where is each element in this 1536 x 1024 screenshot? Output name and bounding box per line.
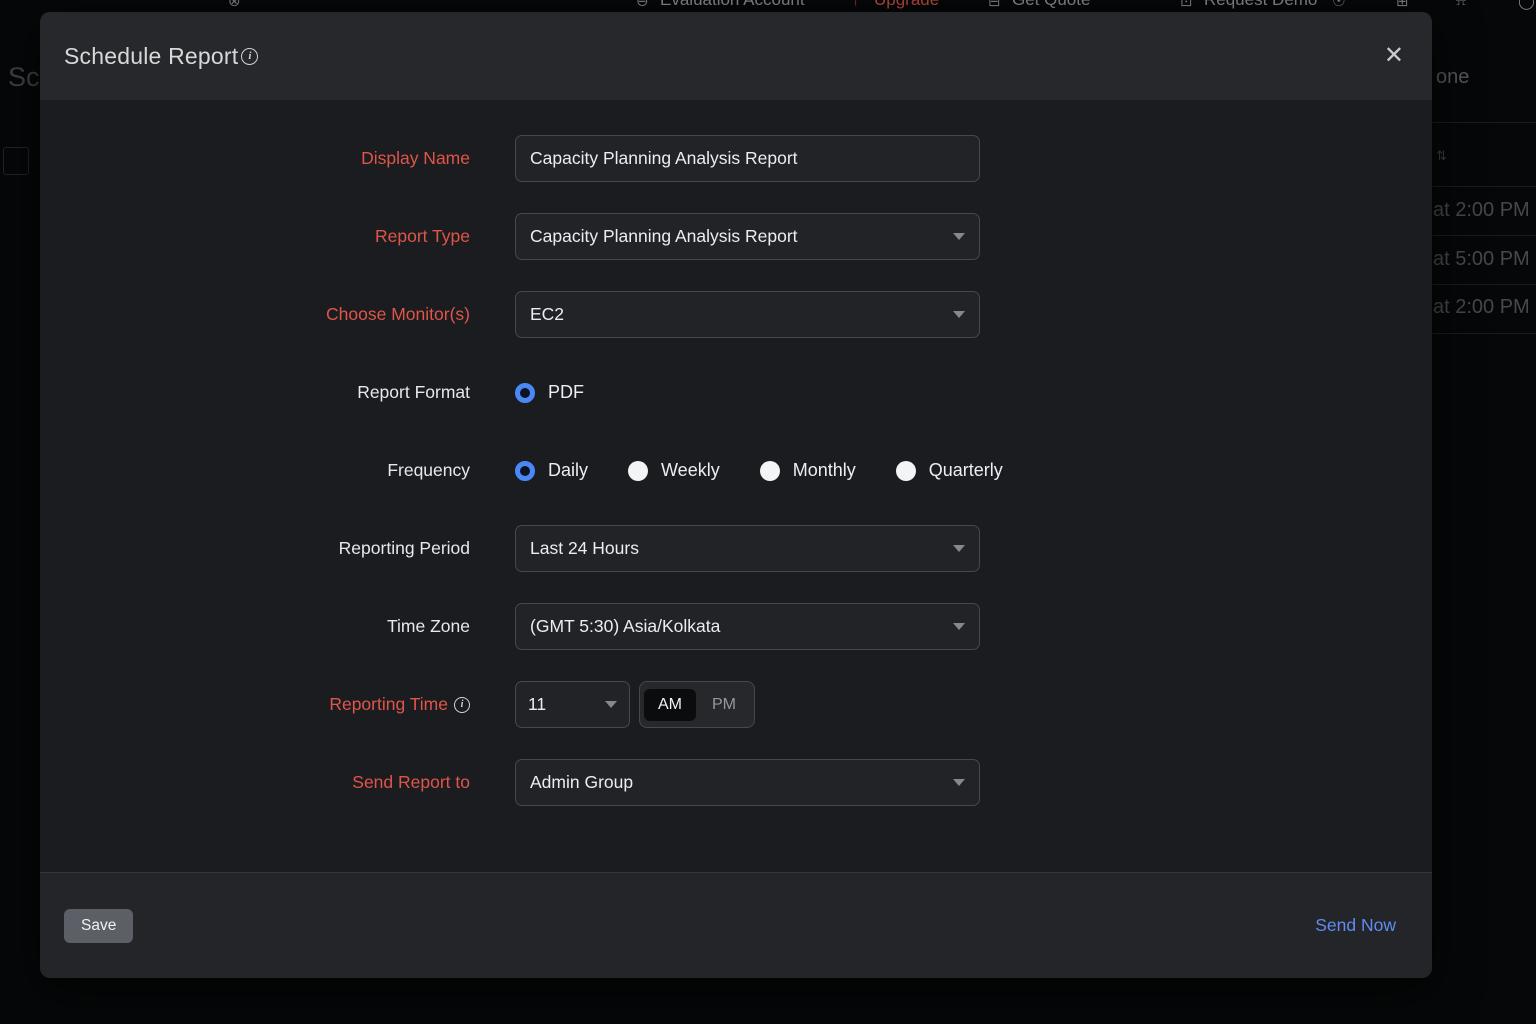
help-icon[interactable]: ◯ xyxy=(1518,0,1535,10)
background-table-divider xyxy=(1432,122,1536,123)
send-report-to-row: Send Report to Admin Group xyxy=(40,759,1432,806)
radio-selected-icon xyxy=(515,383,535,403)
background-column-header-fragment: one xyxy=(1436,66,1469,89)
background-table-cell: at 2:00 PM xyxy=(1433,296,1530,319)
frequency-label: Frequency xyxy=(40,460,470,481)
chevron-down-icon xyxy=(953,311,965,318)
choose-monitors-value: EC2 xyxy=(530,304,564,325)
reporting-time-row: Reporting Time i 11 AM PM xyxy=(40,681,1432,728)
topbar-upgrade[interactable]: Upgrade xyxy=(874,0,939,10)
radio-daily-label: Daily xyxy=(548,460,588,481)
display-name-label: Display Name xyxy=(40,148,470,169)
send-report-to-value: Admin Group xyxy=(530,772,633,793)
reporting-period-label: Reporting Period xyxy=(40,538,470,559)
radio-pdf[interactable]: PDF xyxy=(515,382,584,403)
background-table-divider xyxy=(1432,284,1536,285)
dialog-body: Display Name Capacity Planning Analysis … xyxy=(40,100,1432,806)
schedule-report-dialog: Schedule Report i ✕ Display Name Capacit… xyxy=(40,12,1432,978)
report-format-label: Report Format xyxy=(40,382,470,403)
close-icon[interactable]: ✕ xyxy=(1384,44,1404,68)
time-zone-label: Time Zone xyxy=(40,616,470,637)
reporting-period-select[interactable]: Last 24 Hours xyxy=(515,525,980,572)
bulb-icon[interactable]: ☉ xyxy=(1332,0,1345,10)
radio-monthly[interactable]: Monthly xyxy=(760,460,856,481)
topbar-get-quote[interactable]: Get Quote xyxy=(1012,0,1090,10)
radio-weekly-label: Weekly xyxy=(661,460,720,481)
chevron-down-icon xyxy=(605,701,617,708)
time-zone-value: (GMT 5:30) Asia/Kolkata xyxy=(530,616,720,637)
chevron-down-icon xyxy=(953,779,965,786)
evaluation-account-icon: ⊖ xyxy=(636,0,649,10)
dialog-title: Schedule Report xyxy=(64,43,238,70)
apps-grid-icon[interactable]: ⊞ xyxy=(1396,0,1409,10)
title-info-icon[interactable]: i xyxy=(241,48,258,65)
topbar-evaluation-account[interactable]: Evaluation Account xyxy=(660,0,805,10)
display-name-input[interactable]: Capacity Planning Analysis Report xyxy=(515,135,980,182)
reporting-period-value: Last 24 Hours xyxy=(530,538,639,559)
send-report-to-select[interactable]: Admin Group xyxy=(515,759,980,806)
pm-segment[interactable]: PM xyxy=(698,689,750,721)
reporting-time-label-text: Reporting Time xyxy=(329,694,448,715)
radio-quarterly[interactable]: Quarterly xyxy=(896,460,1003,481)
chevron-down-icon xyxy=(953,623,965,630)
radio-monthly-label: Monthly xyxy=(793,460,856,481)
report-type-row: Report Type Capacity Planning Analysis R… xyxy=(40,213,1432,260)
choose-monitors-row: Choose Monitor(s) EC2 xyxy=(40,291,1432,338)
upgrade-icon: ↑ xyxy=(852,0,860,9)
radio-weekly[interactable]: Weekly xyxy=(628,460,720,481)
sort-arrows-icon: ⇅ xyxy=(1436,148,1447,164)
send-report-to-label: Send Report to xyxy=(40,772,470,793)
topbar-request-demo[interactable]: Request Demo xyxy=(1204,0,1317,10)
radio-unselected-icon xyxy=(628,461,648,481)
reporting-time-info-icon[interactable]: i xyxy=(454,697,470,713)
background-table-cell: at 5:00 PM xyxy=(1433,248,1530,271)
dialog-footer: Save Send Now xyxy=(40,872,1432,978)
frequency-options: Daily Weekly Monthly Quarterly xyxy=(515,460,1003,481)
background-row-checkbox xyxy=(3,147,29,175)
radio-unselected-icon xyxy=(760,461,780,481)
reporting-period-row: Reporting Period Last 24 Hours xyxy=(40,525,1432,572)
close-circle-icon: ⊗ xyxy=(228,0,241,10)
choose-monitors-label: Choose Monitor(s) xyxy=(40,304,470,325)
get-quote-icon: ⊟ xyxy=(988,0,1001,10)
background-table-divider xyxy=(1432,235,1536,236)
radio-unselected-icon xyxy=(896,461,916,481)
report-type-label: Report Type xyxy=(40,226,470,247)
hour-select[interactable]: 11 xyxy=(515,681,630,728)
time-zone-row: Time Zone (GMT 5:30) Asia/Kolkata xyxy=(40,603,1432,650)
frequency-row: Frequency Daily Weekly Monthly Quarterly xyxy=(40,447,1432,494)
report-type-select[interactable]: Capacity Planning Analysis Report xyxy=(515,213,980,260)
am-pm-toggle: AM PM xyxy=(639,681,755,728)
display-name-row: Display Name Capacity Planning Analysis … xyxy=(40,135,1432,182)
chevron-down-icon xyxy=(953,233,965,240)
radio-daily[interactable]: Daily xyxy=(515,460,588,481)
background-table-cell: at 2:00 PM xyxy=(1433,199,1530,222)
chevron-down-icon xyxy=(953,545,965,552)
radio-selected-icon xyxy=(515,461,535,481)
time-zone-select[interactable]: (GMT 5:30) Asia/Kolkata xyxy=(515,603,980,650)
hour-value: 11 xyxy=(528,694,546,715)
send-now-link[interactable]: Send Now xyxy=(1315,915,1396,936)
am-segment[interactable]: AM xyxy=(644,689,696,721)
reporting-time-controls: 11 AM PM xyxy=(515,681,755,728)
radio-quarterly-label: Quarterly xyxy=(929,460,1003,481)
radio-pdf-label: PDF xyxy=(548,382,584,403)
request-demo-icon: ⊡ xyxy=(1180,0,1193,10)
reporting-time-label: Reporting Time i xyxy=(40,694,470,715)
choose-monitors-select[interactable]: EC2 xyxy=(515,291,980,338)
bell-icon[interactable]: ⍾ xyxy=(1456,0,1466,9)
report-format-options: PDF xyxy=(515,382,584,403)
report-format-row: Report Format PDF xyxy=(40,369,1432,416)
save-button[interactable]: Save xyxy=(64,909,133,943)
dialog-header: Schedule Report i ✕ xyxy=(40,12,1432,100)
background-table-divider xyxy=(1432,333,1536,334)
background-table-divider xyxy=(1432,186,1536,187)
report-type-value: Capacity Planning Analysis Report xyxy=(530,226,798,247)
